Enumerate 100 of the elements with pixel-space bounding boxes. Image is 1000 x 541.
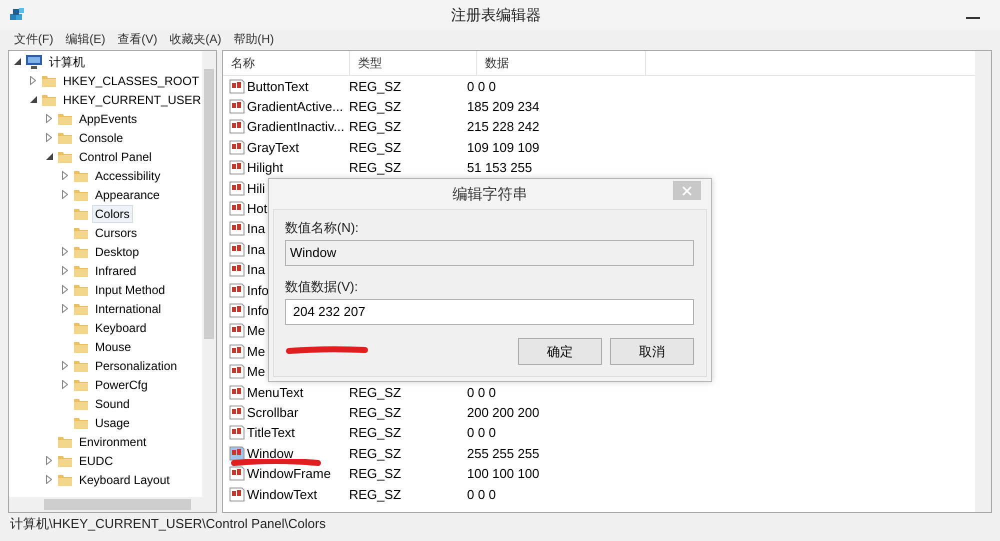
collapsed-arrow-icon[interactable] [62, 285, 68, 294]
value-data: 51 153 255 [467, 160, 532, 176]
value-name[interactable]: Scrollbar [247, 404, 298, 420]
tree-item[interactable]: Console [76, 128, 126, 146]
tree-item[interactable]: AppEvents [76, 110, 140, 128]
tree-item[interactable]: Appearance [92, 186, 163, 204]
tree-item[interactable]: 计算机 [46, 52, 88, 70]
horizontal-scrollbar[interactable] [9, 497, 216, 512]
value-name[interactable]: Hot [247, 201, 268, 216]
value-data: 200 200 200 [467, 404, 540, 420]
expanded-arrow-icon[interactable] [30, 96, 36, 103]
value-type: REG_SZ [349, 384, 402, 400]
menu-item[interactable]: 收藏夹(A) [163, 30, 228, 49]
window-title: 注册表编辑器 [450, 6, 542, 24]
value-name[interactable]: Ina [247, 242, 266, 257]
value-name[interactable]: Me [247, 344, 266, 359]
value-data: 185 209 234 [467, 99, 540, 114]
value-name[interactable]: Me [247, 364, 266, 380]
tree-item[interactable]: International [92, 300, 164, 318]
expanded-arrow-icon[interactable] [14, 58, 20, 65]
collapsed-arrow-icon[interactable] [62, 380, 68, 389]
value-data: 0 0 0 [467, 78, 496, 94]
tree-item[interactable]: Keyboard Layout [76, 470, 173, 488]
collapsed-arrow-icon[interactable] [62, 190, 68, 199]
tree-item[interactable]: Mouse [92, 338, 134, 356]
value-name[interactable]: Info [247, 302, 269, 318]
column-header[interactable]: 类型 [350, 51, 477, 75]
value-type: REG_SZ [349, 404, 402, 420]
value-name[interactable]: MenuText [247, 384, 304, 400]
value-name[interactable]: Info [247, 282, 269, 298]
menu-item[interactable]: 帮助(H) [227, 30, 280, 49]
vertical-scrollbar[interactable] [202, 51, 216, 497]
value-data-field[interactable]: 204 232 207 [285, 299, 694, 325]
value-name[interactable]: GrayText [247, 140, 300, 155]
collapsed-arrow-icon[interactable] [46, 114, 52, 123]
tree-item[interactable]: Colors [92, 204, 133, 222]
menu-item[interactable]: 查看(V) [111, 30, 164, 49]
tree-item[interactable]: Personalization [92, 356, 180, 374]
value-name[interactable]: GradientActive... [247, 99, 344, 114]
collapsed-arrow-icon[interactable] [46, 456, 52, 465]
value-name[interactable]: Ina [247, 262, 266, 278]
status-text: 计算机\HKEY_CURRENT_USER\Control Panel\Colors [9, 515, 327, 533]
value-type: REG_SZ [349, 119, 402, 134]
collapsed-arrow-icon[interactable] [46, 475, 52, 484]
value-name[interactable]: Ina [247, 221, 266, 236]
value-data: 215 228 242 [467, 119, 540, 134]
value-data: 100 100 100 [467, 466, 540, 482]
field-label: 数值名称(N): [285, 219, 360, 237]
tree-item[interactable]: Usage [92, 414, 133, 432]
value-type: REG_SZ [349, 99, 402, 114]
column-header[interactable]: 数据 [477, 51, 646, 75]
tree-item[interactable]: EUDC [76, 452, 116, 470]
field-label: 数值数据(V): [285, 278, 359, 296]
value-type: REG_SZ [349, 466, 402, 482]
tree-item[interactable]: Control Panel [76, 148, 155, 166]
menu-item[interactable]: 文件(F) [8, 30, 60, 49]
value-name[interactable]: ButtonText [247, 78, 308, 94]
dialog-button[interactable]: 取消 [610, 338, 694, 365]
tree-item[interactable]: Accessibility [92, 166, 164, 184]
collapsed-arrow-icon[interactable] [46, 133, 52, 142]
collapsed-arrow-icon[interactable] [62, 304, 68, 313]
tree-item[interactable]: Input Method [92, 280, 168, 298]
collapsed-arrow-icon[interactable] [62, 171, 68, 180]
tree-item[interactable]: Infrared [92, 262, 140, 280]
value-data: 109 109 109 [467, 140, 540, 155]
tree-item[interactable]: Sound [92, 394, 133, 412]
collapsed-arrow-icon[interactable] [30, 76, 36, 85]
expanded-arrow-icon[interactable] [46, 153, 52, 160]
value-name[interactable]: Hili [247, 180, 266, 196]
vertical-scrollbar[interactable] [975, 51, 991, 512]
tree-item[interactable]: Environment [76, 432, 150, 450]
tree-item[interactable]: Cursors [92, 224, 140, 242]
tree-item[interactable]: Keyboard [92, 318, 150, 336]
value-name[interactable]: WindowFrame [247, 466, 331, 482]
dialog-button[interactable]: 确定 [518, 338, 602, 365]
value-name[interactable]: WindowText [247, 486, 318, 502]
value-type: REG_SZ [349, 160, 402, 176]
value-data: 255 255 255 [467, 446, 540, 461]
value-type: REG_SZ [349, 140, 402, 155]
dialog-title: 编辑字符串 [452, 184, 528, 204]
collapsed-arrow-icon[interactable] [62, 247, 68, 256]
tree-item[interactable]: HKEY_CLASSES_ROOT [60, 72, 202, 90]
value-name[interactable]: GradientInactiv... [247, 119, 344, 134]
value-name[interactable]: TitleText [247, 425, 295, 440]
collapsed-arrow-icon[interactable] [62, 266, 68, 275]
value-name-field[interactable]: Window [285, 240, 694, 266]
value-data: 0 0 0 [467, 384, 496, 400]
tree-item[interactable]: Desktop [92, 242, 142, 260]
value-name[interactable]: Hilight [247, 160, 284, 176]
tree-item[interactable]: PowerCfg [92, 376, 151, 394]
value-type: REG_SZ [349, 78, 402, 94]
menu-item[interactable]: 编辑(E) [59, 30, 112, 49]
column-header[interactable]: 名称 [223, 51, 350, 75]
close-icon [682, 186, 692, 196]
value-name[interactable]: Me [247, 323, 266, 338]
value-name[interactable]: Window [247, 446, 294, 461]
collapsed-arrow-icon[interactable] [62, 361, 68, 370]
value-type: REG_SZ [349, 425, 402, 440]
tree-item[interactable]: HKEY_CURRENT_USER [60, 90, 204, 108]
value-data: 0 0 0 [467, 486, 496, 502]
